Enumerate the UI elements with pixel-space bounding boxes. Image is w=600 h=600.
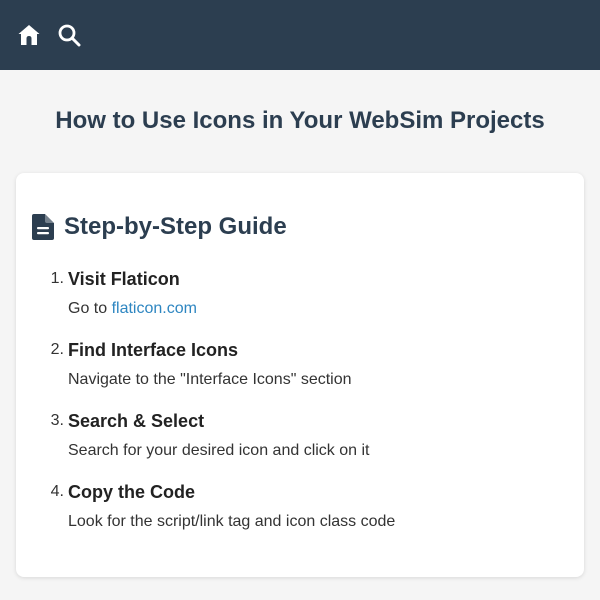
step-description: Search for your desired icon and click o… (68, 442, 370, 459)
step-item: 2. Find Interface Icons Navigate to the … (32, 338, 568, 390)
step-description: Navigate to the "Interface Icons" sectio… (68, 371, 352, 388)
step-item: 4. Copy the Code Look for the script/lin… (32, 480, 568, 532)
step-description-text: Go to (68, 300, 112, 317)
flaticon-link[interactable]: flaticon.com (112, 300, 197, 317)
page-title: How to Use Icons in Your WebSim Projects (55, 107, 545, 134)
top-navigation-bar (0, 0, 600, 70)
step-number: 3. (50, 412, 64, 429)
step-item: 1. Visit Flaticon Go to flaticon.com (32, 267, 568, 319)
steps-list: 1. Visit Flaticon Go to flaticon.com 2. … (32, 267, 568, 532)
step-number: 4. (50, 483, 64, 500)
document-icon (32, 214, 54, 240)
guide-card: Step-by-Step Guide 1. Visit Flaticon Go … (16, 173, 584, 577)
step-title: Search & Select (68, 411, 205, 431)
step-number: 2. (50, 341, 64, 358)
step-title: Visit Flaticon (68, 269, 180, 289)
step-body: Visit Flaticon Go to flaticon.com (68, 267, 197, 319)
step-body: Copy the Code Look for the script/link t… (68, 480, 395, 532)
step-title: Copy the Code (68, 482, 196, 502)
step-item: 3. Search & Select Search for your desir… (32, 409, 568, 461)
guide-card-header: Step-by-Step Guide (32, 213, 568, 241)
step-description: Look for the script/link tag and icon cl… (68, 513, 396, 530)
step-body: Search & Select Search for your desired … (68, 409, 369, 461)
step-body: Find Interface Icons Navigate to the "In… (68, 338, 352, 390)
home-icon[interactable] (16, 22, 42, 48)
guide-title: Step-by-Step Guide (64, 213, 287, 240)
search-icon[interactable] (56, 22, 82, 48)
step-title: Find Interface Icons (68, 340, 239, 360)
step-number: 1. (50, 270, 64, 287)
step-description: Go to flaticon.com (68, 299, 197, 319)
